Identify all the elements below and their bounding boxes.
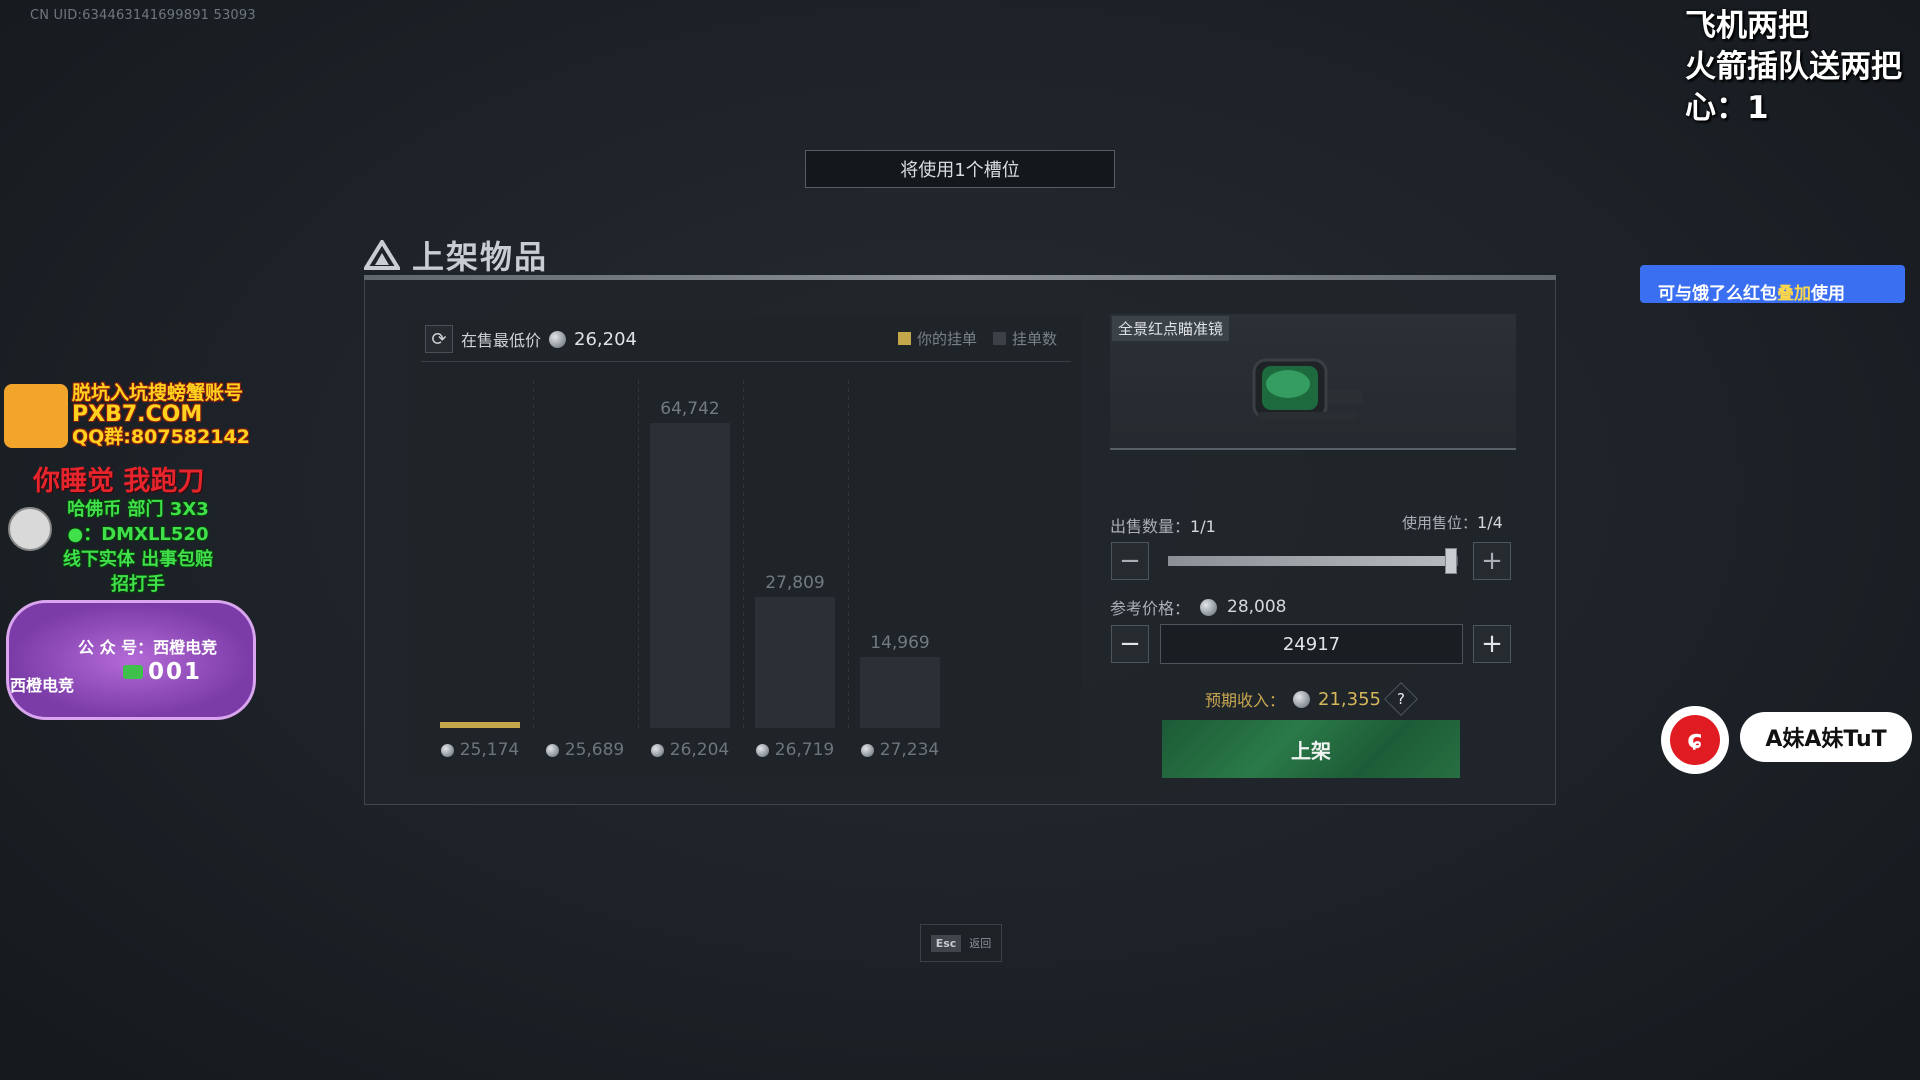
expected-income: 预期收入： 21,355 ? [1205, 682, 1418, 716]
chart-price-tick: 26,204 [635, 740, 745, 760]
service-line2: ●：DMXLL520 [58, 522, 218, 547]
chart-price-tick: 25,689 [530, 740, 640, 760]
ad-line3: QQ群:807582142 [72, 426, 250, 448]
service-line1: 哈佛币 部门 3X3 [67, 499, 209, 520]
expected-income-value: 21,355 [1318, 688, 1381, 710]
chart-column-separator [638, 380, 639, 730]
plus-icon: + [1481, 546, 1503, 576]
game-screen: CN UID:634463141699891 53093 飞机两把 火箭插队送两… [0, 0, 1920, 1080]
reference-price-value: 28,008 [1227, 597, 1287, 617]
help-icon: ? [1397, 690, 1405, 708]
quantity-slider-thumb[interactable] [1445, 548, 1457, 574]
promo-text-post: 使用 [1811, 284, 1845, 303]
price-input[interactable]: 24917 [1160, 624, 1463, 664]
chart-price-tick: 25,174 [425, 740, 535, 760]
service-line4: 招打手 [111, 574, 165, 595]
expected-income-label: 预期收入： [1205, 691, 1286, 710]
chart-price-tick-label: 25,689 [564, 740, 625, 760]
coin-icon [545, 743, 559, 757]
music-handle: A妹A妹TuT [1740, 712, 1912, 762]
quantity-decrease-button[interactable]: − [1111, 542, 1149, 580]
back-label: 返回 [969, 937, 992, 950]
chart-price-tick: 26,719 [740, 740, 850, 760]
reference-price-label: 参考价格： [1110, 599, 1191, 618]
ad-line1: 脱坑入坑搜螃蟹账号 [72, 382, 244, 404]
coin-icon [755, 743, 769, 757]
streamer-avatar [8, 507, 52, 551]
netease-music-icon: ɕ [1661, 706, 1729, 774]
sell-quantity-value: 1/1 [1190, 517, 1216, 536]
sell-quantity-label: 出售数量： [1110, 517, 1191, 536]
sticker-account: 公 众 号：西橙电竞 [78, 638, 218, 657]
chart-bar-value-label: 27,809 [765, 573, 825, 593]
chart-column-separator [743, 380, 744, 730]
coin-icon [1293, 690, 1311, 708]
slot-usage: 使用售位：1/4 [1402, 512, 1503, 533]
plus-icon: + [1481, 629, 1503, 659]
promo-text-highlight: 叠加 [1777, 284, 1811, 303]
price-increase-button[interactable]: + [1473, 625, 1511, 663]
chart-bar-value-label: 14,969 [870, 633, 930, 653]
list-item-button[interactable]: 上架 [1162, 720, 1460, 778]
promo-text-pre: 可与饿了么红包 [1658, 284, 1777, 303]
chart-my-listing-marker [440, 722, 520, 728]
chart-bar [755, 597, 835, 728]
help-button[interactable]: ? [1384, 682, 1418, 716]
netease-music-logo: ɕ [1670, 715, 1720, 765]
esc-key-icon: Esc [930, 934, 962, 952]
chart-bar [650, 423, 730, 728]
slot-usage-label: 使用售位： [1402, 514, 1478, 532]
chart-column-separator [848, 380, 849, 730]
reference-price: 参考价格： 28,008 [1110, 595, 1287, 619]
sell-quantity: 出售数量：1/1 [1110, 513, 1216, 537]
eleme-promo-banner[interactable]: 可与饿了么红包叠加使用 [1640, 265, 1905, 303]
chart-price-tick-label: 26,204 [669, 740, 730, 760]
coin-icon [860, 743, 874, 757]
chart-bar [860, 657, 940, 728]
chart-price-tick-label: 27,234 [879, 740, 940, 760]
chart-price-tick-label: 26,719 [774, 740, 835, 760]
back-button[interactable]: Esc 返回 [920, 924, 1002, 962]
quantity-increase-button[interactable]: + [1473, 542, 1511, 580]
coin-icon [440, 743, 454, 757]
service-line3: 线下实体 出事包赔 [62, 549, 214, 570]
pxb7-mascot-logo [4, 384, 68, 448]
chart-price-tick: 27,234 [845, 740, 955, 760]
service-info: 哈佛币 部门 3X3 ●：DMXLL520 线下实体 出事包赔 招打手 [58, 497, 218, 597]
quantity-slider-fill [1168, 556, 1451, 566]
service-line2-text: ：DMXLL520 [83, 524, 209, 545]
coin-icon [1200, 598, 1218, 616]
pxb7-ad: 脱坑入坑搜螃蟹账号 PXB7.COM QQ群:807582142 [72, 382, 250, 448]
stream-slogan: 你睡觉 我跑刀 [33, 466, 205, 497]
chart-price-tick-label: 25,174 [459, 740, 520, 760]
chart-marks: 25,174 25,689 64,742 26,204 27,809 26,719 14,9… [0, 0, 1920, 1080]
minus-icon: − [1119, 546, 1141, 576]
wechat-icon: ● [67, 524, 84, 545]
coin-icon [650, 743, 664, 757]
item-name: 全景红点瞄准镜 [1112, 316, 1230, 341]
wechat-icon [123, 665, 143, 679]
ad-line2: PXB7.COM [72, 402, 203, 427]
sticker-brand: 西橙电竞 [10, 676, 75, 695]
chart-bar-value-label: 64,742 [660, 399, 720, 419]
sticker-code: 001 [148, 659, 203, 685]
red-dot-scope-icon [1252, 358, 1363, 420]
minus-icon: − [1119, 629, 1141, 659]
slot-usage-value: 1/4 [1477, 513, 1503, 532]
xicheng-sticker [6, 600, 256, 720]
price-decrease-button[interactable]: − [1111, 625, 1149, 663]
chart-column-separator [533, 380, 534, 730]
